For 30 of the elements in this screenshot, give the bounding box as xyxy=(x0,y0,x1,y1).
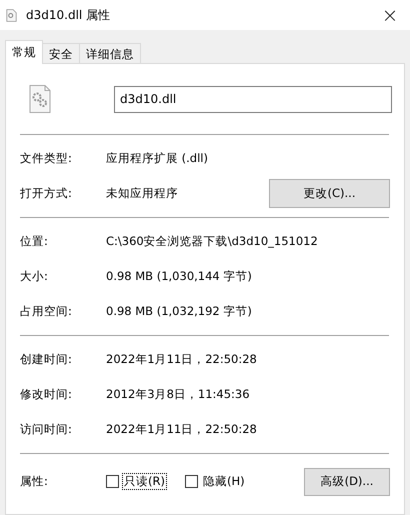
file-name-field[interactable]: d3d10.dll xyxy=(114,86,392,112)
property-value: 应用程序扩展 (.dll) xyxy=(106,151,209,166)
property-value: 2022年1月11日，22:50:28 xyxy=(106,422,258,437)
property-label: 创建时间: xyxy=(20,352,73,367)
property-label: 属性: xyxy=(20,474,49,489)
property-label: 位置: xyxy=(20,234,49,249)
tab[interactable]: 常规 xyxy=(5,40,43,64)
file-icon xyxy=(6,8,17,22)
checkbox[interactable] xyxy=(106,475,119,488)
property-value: 0.98 MB (1,030,144 字节) xyxy=(106,269,253,284)
property-value: C:\360安全浏览器下载\d3d10_151012 xyxy=(106,234,319,249)
window-title: d3d10.dll 属性 xyxy=(26,6,112,24)
property-value: 2022年1月11日，22:50:28 xyxy=(106,352,258,367)
property-label: 访问时间: xyxy=(20,422,73,437)
property-label: 文件类型: xyxy=(20,151,73,166)
checkbox-label[interactable]: 隐藏(H) xyxy=(200,473,247,490)
property-value: 未知应用程序 xyxy=(106,186,179,201)
close-button[interactable]: × xyxy=(370,0,410,30)
property-value: 0.98 MB (1,032,192 字节) xyxy=(106,304,253,319)
property-label: 修改时间: xyxy=(20,387,73,402)
checkbox[interactable] xyxy=(184,475,198,488)
tab[interactable]: 详细信息 xyxy=(79,43,141,64)
property-label: 大小: xyxy=(20,269,49,284)
property-value: 2012年3月8日，11:45:36 xyxy=(106,387,251,402)
advanced-button[interactable]: 高级(D)... xyxy=(304,468,390,496)
property-label: 打开方式: xyxy=(20,186,73,201)
gear-file-icon xyxy=(29,85,51,113)
change-button[interactable]: 更改(C)... xyxy=(269,179,390,208)
checkbox-label[interactable]: 只读(R) xyxy=(122,473,167,490)
property-label: 占用空间: xyxy=(20,304,73,319)
